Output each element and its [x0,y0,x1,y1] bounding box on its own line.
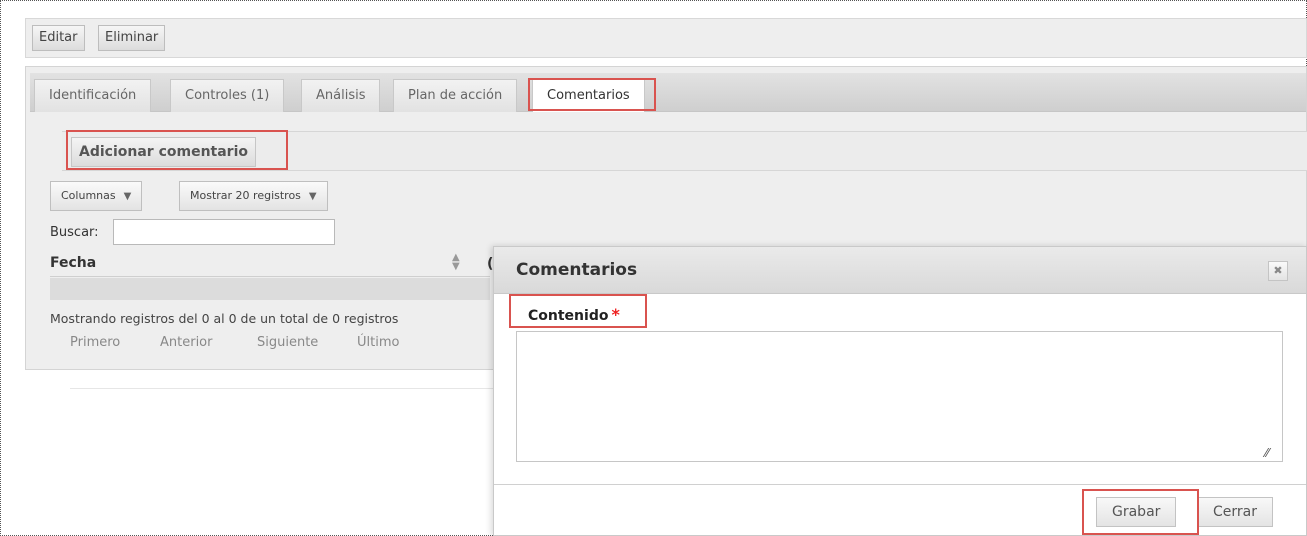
divider [70,388,500,389]
content-textarea[interactable] [516,331,1283,462]
table-info: Mostrando registros del 0 al 0 de un tot… [50,311,399,326]
pager-first[interactable]: Primero [70,335,120,350]
pager-next[interactable]: Siguiente [257,335,318,350]
columns-dropdown[interactable]: Columnas ▼ [50,181,143,211]
tab-identificacion[interactable]: Identificación [34,79,152,112]
columns-label: Columnas [61,189,116,202]
delete-button[interactable]: Eliminar [98,25,166,51]
tab-bar: Identificación Controles (1) Análisis Pl… [30,73,1306,112]
close-icon[interactable]: ✖ [1268,261,1288,281]
tab-comentarios-highlight [528,78,656,111]
search-label: Buscar: [50,225,99,240]
close-button[interactable]: Cerrar [1197,497,1273,527]
dialog-title: Comentarios [516,260,638,280]
caret-down-icon: ▼ [308,191,317,202]
column-header-fecha[interactable]: Fecha [50,251,490,277]
record-toolbar: Editar Eliminar [25,18,1307,58]
tab-analisis[interactable]: Análisis [301,79,381,112]
dialog-footer-divider [494,484,1306,485]
search-input[interactable] [113,219,335,245]
resize-grip-icon[interactable]: ⁄⁄ [1265,446,1269,460]
pager-previous[interactable]: Anterior [160,335,212,350]
sort-icon: ▲ ▼ [452,252,460,272]
table-empty-row [50,278,490,300]
save-button-highlight [1082,489,1199,535]
caret-down-icon: ▼ [123,191,132,202]
page-size-label: Mostrar 20 registros [190,189,301,202]
content-label-highlight [509,294,647,328]
comments-dialog: Comentarios ✖ Contenido * ⁄⁄ Grabar Cerra… [493,246,1307,536]
page-size-dropdown[interactable]: Mostrar 20 registros ▼ [179,181,328,211]
pager-last[interactable]: Último [357,335,399,350]
add-comment-highlight [66,130,288,170]
edit-button[interactable]: Editar [32,25,85,51]
tab-plan-de-accion[interactable]: Plan de acción [393,79,518,112]
tab-controles[interactable]: Controles (1) [170,79,285,112]
dialog-header: Comentarios ✖ [494,247,1306,294]
